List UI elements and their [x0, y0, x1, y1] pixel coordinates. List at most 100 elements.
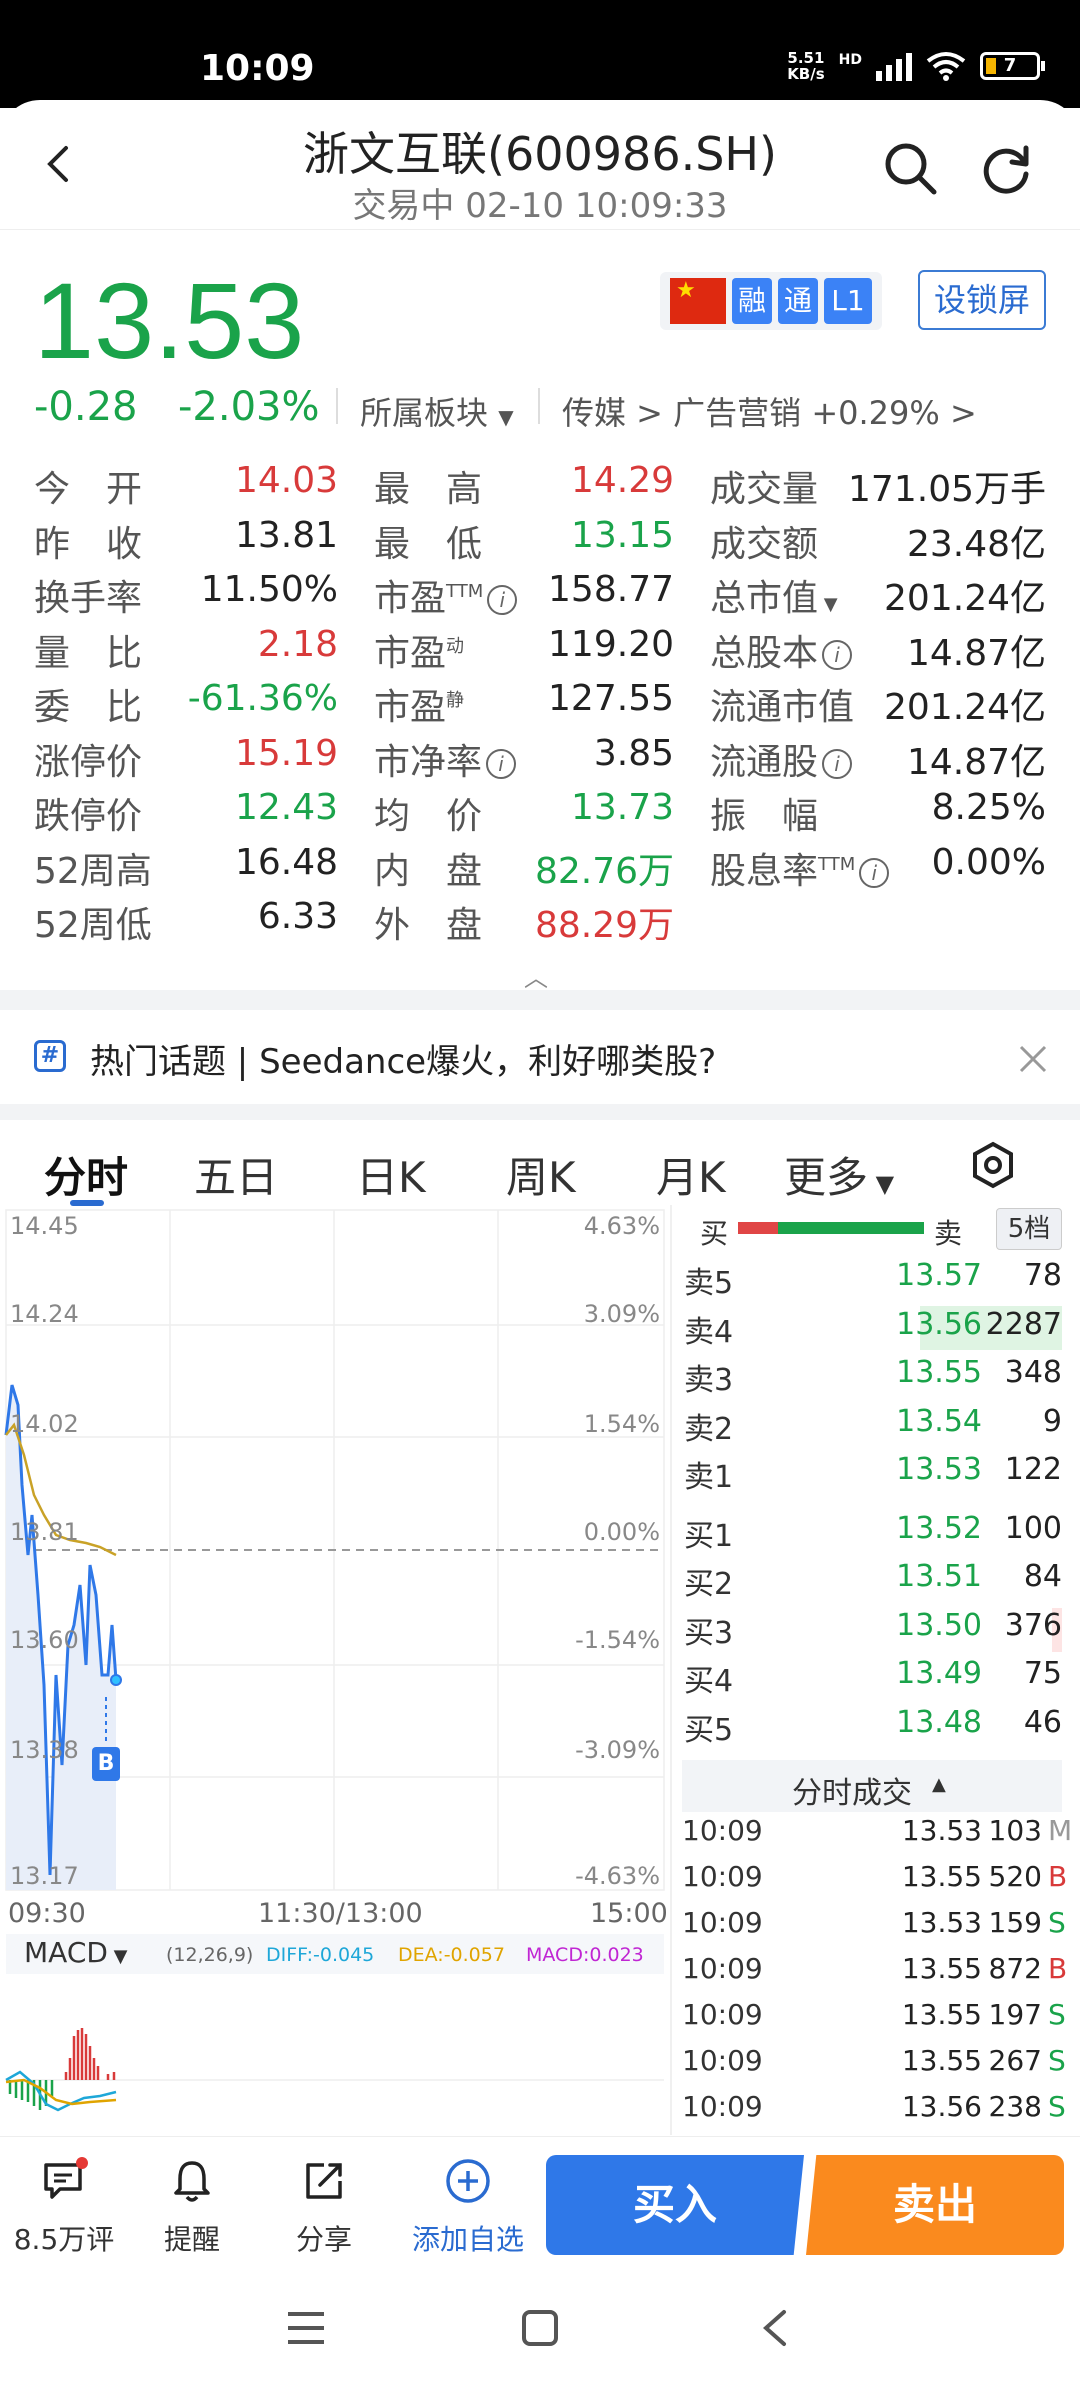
ask-row[interactable]: 卖4 13.56 2287: [682, 1307, 1062, 1355]
sell-button[interactable]: 卖出: [806, 2155, 1064, 2255]
level-price: 13.49: [896, 1656, 982, 1691]
tick-time: 10:09: [682, 1906, 763, 1939]
tick-row: 10:09 13.56 238 S: [682, 2090, 1066, 2136]
quote-value: 158.77: [548, 569, 674, 610]
bid-row[interactable]: 买4 13.49 75: [682, 1656, 1062, 1704]
badge-level1[interactable]: L1: [824, 278, 872, 324]
bid-row[interactable]: 买5 13.48 46: [682, 1705, 1062, 1753]
tick-time: 10:09: [682, 2044, 763, 2077]
ask-row[interactable]: 卖2 13.54 9: [682, 1404, 1062, 1452]
quote-label: 均 价: [374, 796, 483, 837]
share-button[interactable]: 分享: [264, 2157, 384, 2258]
quote-label[interactable]: 市净率 i: [374, 733, 517, 785]
macd-dropdown[interactable]: MACD ▼: [24, 1936, 128, 1969]
quote-label[interactable]: 市盈TTM i: [374, 569, 518, 621]
y-label-pct: 1.54%: [583, 1410, 660, 1438]
home-icon[interactable]: [520, 2308, 560, 2348]
quote-value: 23.48亿: [906, 523, 1046, 565]
level-price: 13.53: [896, 1452, 982, 1487]
level-label: 买5: [684, 1712, 734, 1748]
tab-weekly-k[interactable]: 周K: [506, 1144, 576, 1205]
quote-label[interactable]: 流通股 i: [710, 733, 853, 785]
y-label-pct: 4.63%: [583, 1212, 660, 1240]
level-volume: 376: [1004, 1607, 1062, 1643]
quote-label: 最 低: [374, 523, 483, 565]
comments-button[interactable]: 8.5万评: [4, 2157, 124, 2258]
info-icon[interactable]: i: [487, 585, 518, 615]
info-icon[interactable]: i: [859, 857, 890, 888]
badge-group: 融 通 L1: [660, 272, 882, 330]
tick-volume: 159: [988, 1906, 1042, 1939]
settings-icon[interactable]: [968, 1140, 1018, 1190]
tab-daily-k[interactable]: 日K: [356, 1144, 426, 1205]
sector-path[interactable]: 传媒 > 广告营销 +0.29% >: [562, 388, 977, 434]
tick-volume: 872: [988, 1952, 1042, 1985]
nav-back-icon[interactable]: [760, 2308, 790, 2348]
y-label-price: 14.45: [10, 1212, 79, 1240]
info-icon[interactable]: i: [822, 748, 853, 779]
hot-topic-banner[interactable]: # 热门话题 | Seedance爆火，利好哪类股?: [0, 1010, 1080, 1110]
x-label-close: 15:00: [590, 1898, 668, 1929]
tick-time: 10:09: [682, 1952, 763, 1985]
quote-label[interactable]: 股息率TTM i: [710, 842, 890, 894]
quote-value: 13.73: [570, 787, 674, 828]
tab-monthly-k[interactable]: 月K: [656, 1144, 726, 1205]
badge-margin[interactable]: 融: [732, 278, 772, 324]
tab-intraday[interactable]: 分时: [44, 1144, 128, 1205]
ob-buy-label: 买: [700, 1217, 729, 1250]
level-volume: 348: [1004, 1355, 1062, 1390]
quote-label: 52周低: [34, 905, 152, 946]
bid-row[interactable]: 买2 13.51 84: [682, 1559, 1062, 1607]
search-icon[interactable]: [880, 138, 940, 198]
y-label-pct: 3.09%: [583, 1300, 660, 1328]
badge-connect[interactable]: 通: [778, 278, 818, 324]
bell-icon: [174, 2161, 210, 2202]
alert-button[interactable]: 提醒: [132, 2157, 252, 2258]
ask-row[interactable]: 卖5 13.57 78: [682, 1258, 1062, 1306]
signal-icon: [876, 51, 912, 81]
price-change-pct: -2.03%: [178, 384, 320, 430]
sector-dropdown[interactable]: 所属板块 ▼: [360, 388, 514, 434]
add-watchlist-button[interactable]: 添加自选: [396, 2157, 540, 2258]
ticks-header[interactable]: 分时成交 ▲: [682, 1760, 1062, 1812]
status-time: 10:09: [200, 48, 315, 89]
level-volume: 2287: [985, 1306, 1062, 1342]
quote-label: 流通市值: [710, 687, 855, 728]
tab-five-day[interactable]: 五日: [194, 1144, 278, 1205]
tick-volume: 520: [988, 1860, 1042, 1893]
chart-tabs: 分时 五日 日K 周K 月K 更多 ▼: [0, 1120, 1080, 1210]
info-icon[interactable]: i: [822, 639, 853, 670]
plus-circle-icon: [446, 2159, 490, 2203]
bid-row[interactable]: 买1 13.52 100: [682, 1511, 1062, 1559]
bid-row[interactable]: 买3 13.50 376: [682, 1608, 1062, 1656]
quote-value: 14.03: [234, 460, 338, 501]
tick-price: 13.55: [901, 2044, 982, 2077]
ask-row[interactable]: 卖1 13.53 122: [682, 1452, 1062, 1500]
caret-down-icon: ▼: [818, 594, 838, 615]
tick-price: 13.55: [901, 1952, 982, 1985]
tick-flag: S: [1048, 2090, 1066, 2123]
quote-label: 外 盘: [374, 905, 483, 946]
depth-button[interactable]: 5档: [996, 1208, 1062, 1250]
tick-row: 10:09 13.53 159 S: [682, 1906, 1066, 1952]
lock-screen-button[interactable]: 设锁屏: [918, 270, 1046, 330]
collapse-chevron-icon[interactable]: ︿: [524, 958, 548, 993]
info-icon[interactable]: i: [486, 748, 517, 779]
y-label-pct: -1.54%: [575, 1626, 660, 1654]
close-icon[interactable]: [1018, 1044, 1048, 1074]
menu-icon[interactable]: [286, 2310, 326, 2346]
macd-chart: [5, 2028, 664, 2112]
quote-label[interactable]: 总股本 i: [710, 624, 853, 676]
refresh-icon[interactable]: [976, 138, 1036, 198]
tab-more[interactable]: 更多 ▼: [784, 1144, 894, 1205]
sector-label: 所属板块: [360, 394, 489, 432]
level-price: 13.51: [896, 1559, 982, 1594]
ask-row[interactable]: 卖3 13.55 348: [682, 1355, 1062, 1403]
buy-button[interactable]: 买入: [546, 2155, 804, 2255]
comments-label: 8.5万评: [13, 2223, 115, 2256]
battery-icon: 7: [980, 52, 1045, 80]
y-label-pct: -3.09%: [575, 1736, 660, 1764]
quote-value: 127.55: [548, 678, 674, 719]
quote-value: 8.25%: [931, 787, 1046, 828]
tick-row: 10:09 13.55 520 B: [682, 1860, 1067, 1906]
